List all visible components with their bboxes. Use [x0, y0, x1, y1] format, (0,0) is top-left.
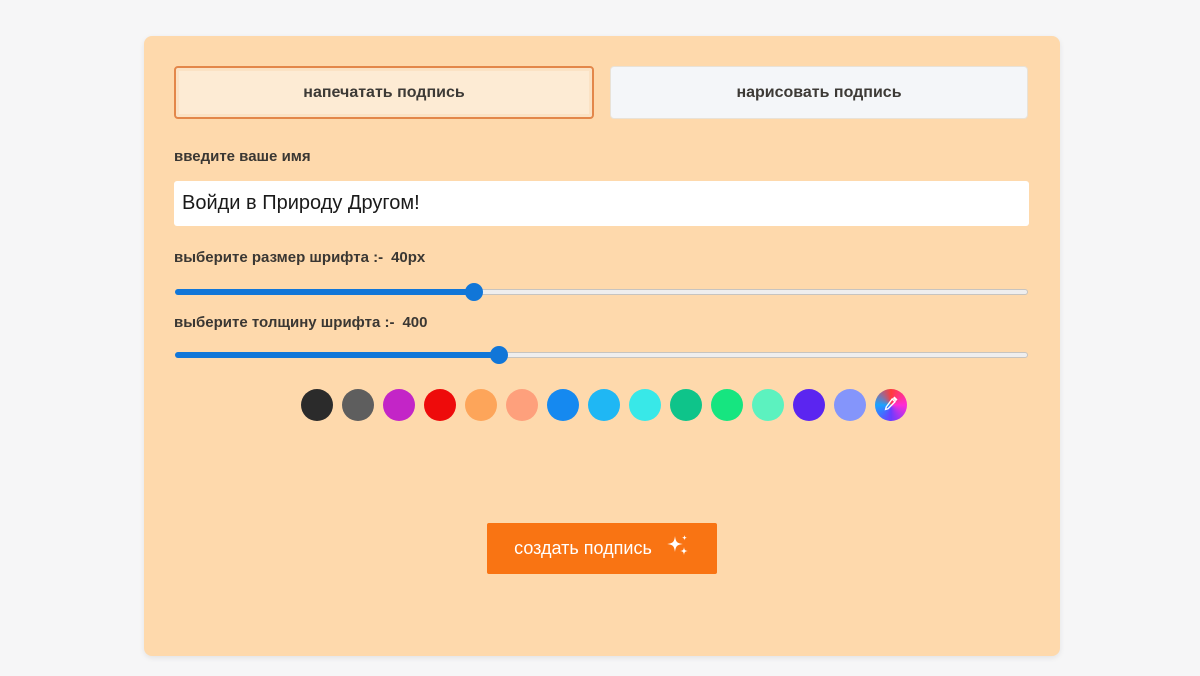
tab-draw-signature[interactable]: нарисовать подпись: [610, 66, 1028, 119]
create-signature-button-label: создать подпись: [514, 538, 652, 558]
color-swatch-4[interactable]: [424, 389, 456, 421]
font-size-value: 40px: [391, 249, 426, 266]
signature-panel: напечатать подпись нарисовать подпись вв…: [144, 36, 1060, 656]
color-swatch-2[interactable]: [342, 389, 374, 421]
sparkles-icon: [664, 533, 690, 564]
color-swatches: [301, 389, 907, 421]
font-weight-slider-thumb[interactable]: [490, 346, 509, 364]
font-weight-slider[interactable]: [175, 344, 1028, 366]
color-picker-button[interactable]: [875, 389, 907, 421]
font-size-slider[interactable]: [175, 281, 1028, 303]
color-swatch-1[interactable]: [301, 389, 333, 421]
color-swatch-11[interactable]: [711, 389, 743, 421]
eyedropper-icon: [882, 394, 900, 417]
color-swatch-6[interactable]: [506, 389, 538, 421]
color-swatch-13[interactable]: [793, 389, 825, 421]
color-swatch-12[interactable]: [752, 389, 784, 421]
color-swatch-14[interactable]: [834, 389, 866, 421]
create-signature-button[interactable]: создать подпись: [487, 523, 717, 574]
name-label: введите ваше имя: [174, 148, 311, 165]
tab-type-signature-label: напечатать подпись: [303, 83, 465, 101]
font-size-slider-thumb[interactable]: [464, 283, 483, 301]
color-swatch-5[interactable]: [465, 389, 497, 421]
color-swatch-3[interactable]: [383, 389, 415, 421]
color-swatch-8[interactable]: [588, 389, 620, 421]
tab-draw-signature-label: нарисовать подпись: [736, 83, 902, 101]
font-weight-label: выберите толщину шрифта :- 400: [174, 314, 427, 331]
font-size-label-text: выберите размер шрифта :-: [174, 249, 384, 266]
tab-type-signature[interactable]: напечатать подпись: [174, 66, 594, 119]
font-size-slider-fill: [175, 289, 474, 295]
color-swatch-7[interactable]: [547, 389, 579, 421]
color-swatch-9[interactable]: [629, 389, 661, 421]
color-swatch-10[interactable]: [670, 389, 702, 421]
font-size-label: выберите размер шрифта :- 40px: [174, 249, 425, 266]
mode-tabs: напечатать подпись нарисовать подпись: [174, 66, 1028, 120]
font-weight-label-text: выберите толщину шрифта :-: [174, 314, 395, 331]
font-weight-slider-fill: [175, 352, 500, 358]
font-weight-value: 400: [402, 314, 428, 331]
name-input[interactable]: [174, 181, 1029, 226]
